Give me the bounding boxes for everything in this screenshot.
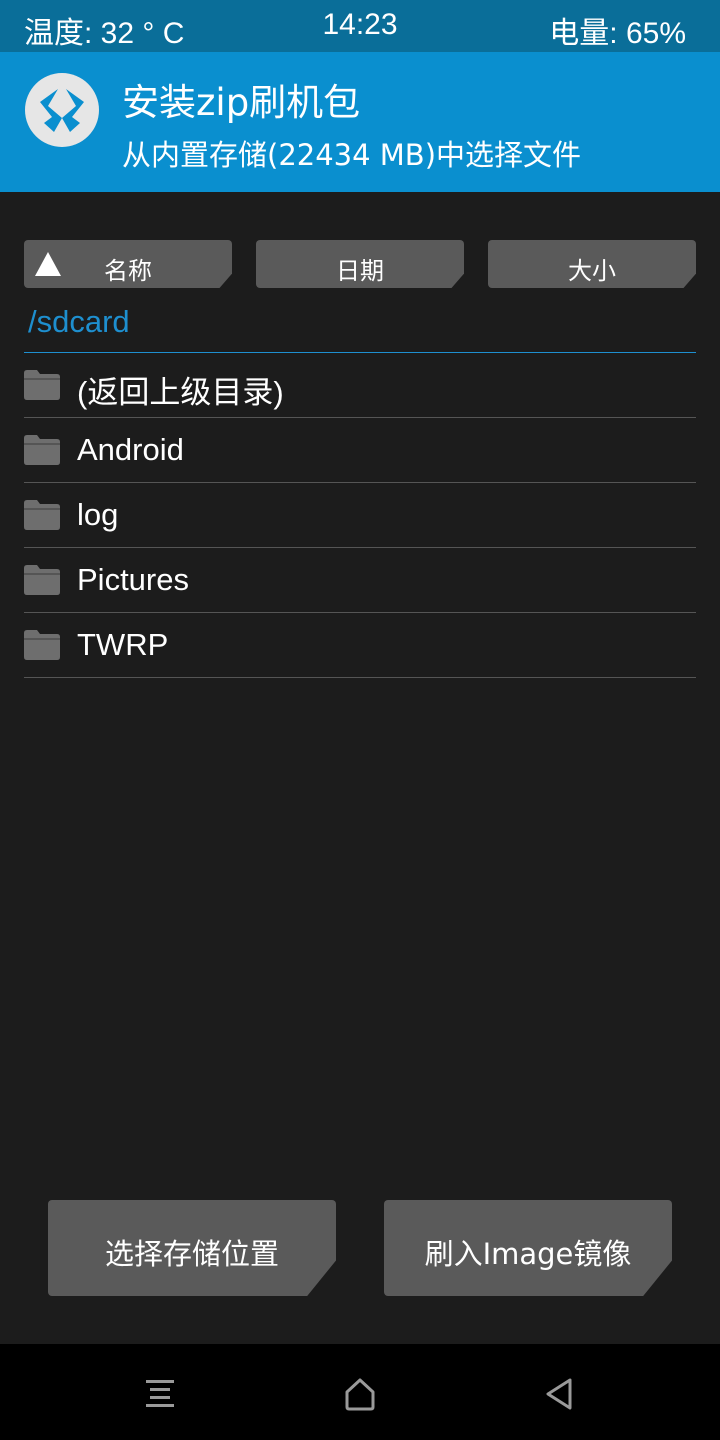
flash-image-label: 刷入Image镜像	[424, 1237, 632, 1271]
file-name: TWRP	[77, 627, 169, 662]
twrp-logo-icon	[25, 73, 99, 147]
back-icon[interactable]	[540, 1374, 580, 1414]
menu-icon[interactable]	[140, 1374, 180, 1414]
list-item-pictures[interactable]: Pictures	[24, 548, 696, 613]
status-bar: 温度: 32 ° C 14:23 电量: 65%	[0, 0, 720, 52]
folder-icon	[24, 500, 60, 530]
home-icon[interactable]	[340, 1374, 380, 1414]
list-item-parent-directory[interactable]: (返回上级目录)	[24, 353, 696, 418]
current-path: /sdcard	[28, 304, 130, 339]
file-name: Pictures	[77, 562, 189, 597]
list-item-twrp[interactable]: TWRP	[24, 613, 696, 678]
page-subtitle: 从内置存储(22434 MB)中选择文件	[122, 138, 582, 172]
sort-by-name-button[interactable]: 名称	[24, 240, 232, 288]
sort-by-size-button[interactable]: 大小	[488, 240, 696, 288]
select-storage-button[interactable]: 选择存储位置	[48, 1200, 336, 1296]
navigation-bar	[0, 1344, 720, 1440]
folder-icon	[24, 565, 60, 595]
sort-by-date-button[interactable]: 日期	[256, 240, 464, 288]
header: 安装zip刷机包 从内置存储(22434 MB)中选择文件	[0, 52, 720, 192]
battery-readout: 电量: 65%	[549, 17, 686, 50]
file-name: log	[77, 497, 119, 532]
folder-icon	[24, 370, 60, 400]
sort-by-name-label: 名称	[104, 257, 152, 285]
select-storage-label: 选择存储位置	[104, 1237, 279, 1271]
sort-by-date-label: 日期	[336, 257, 384, 285]
file-list: (返回上级目录) Android log Pictures TWRP	[24, 353, 696, 678]
folder-icon	[24, 435, 60, 465]
sort-by-size-label: 大小	[568, 257, 616, 285]
flash-image-button[interactable]: 刷入Image镜像	[384, 1200, 672, 1296]
list-item-android[interactable]: Android	[24, 418, 696, 483]
file-name: (返回上级目录)	[77, 375, 284, 410]
folder-icon	[24, 630, 60, 660]
file-name: Android	[77, 432, 184, 467]
page-title: 安装zip刷机包	[122, 81, 361, 124]
list-item-log[interactable]: log	[24, 483, 696, 548]
